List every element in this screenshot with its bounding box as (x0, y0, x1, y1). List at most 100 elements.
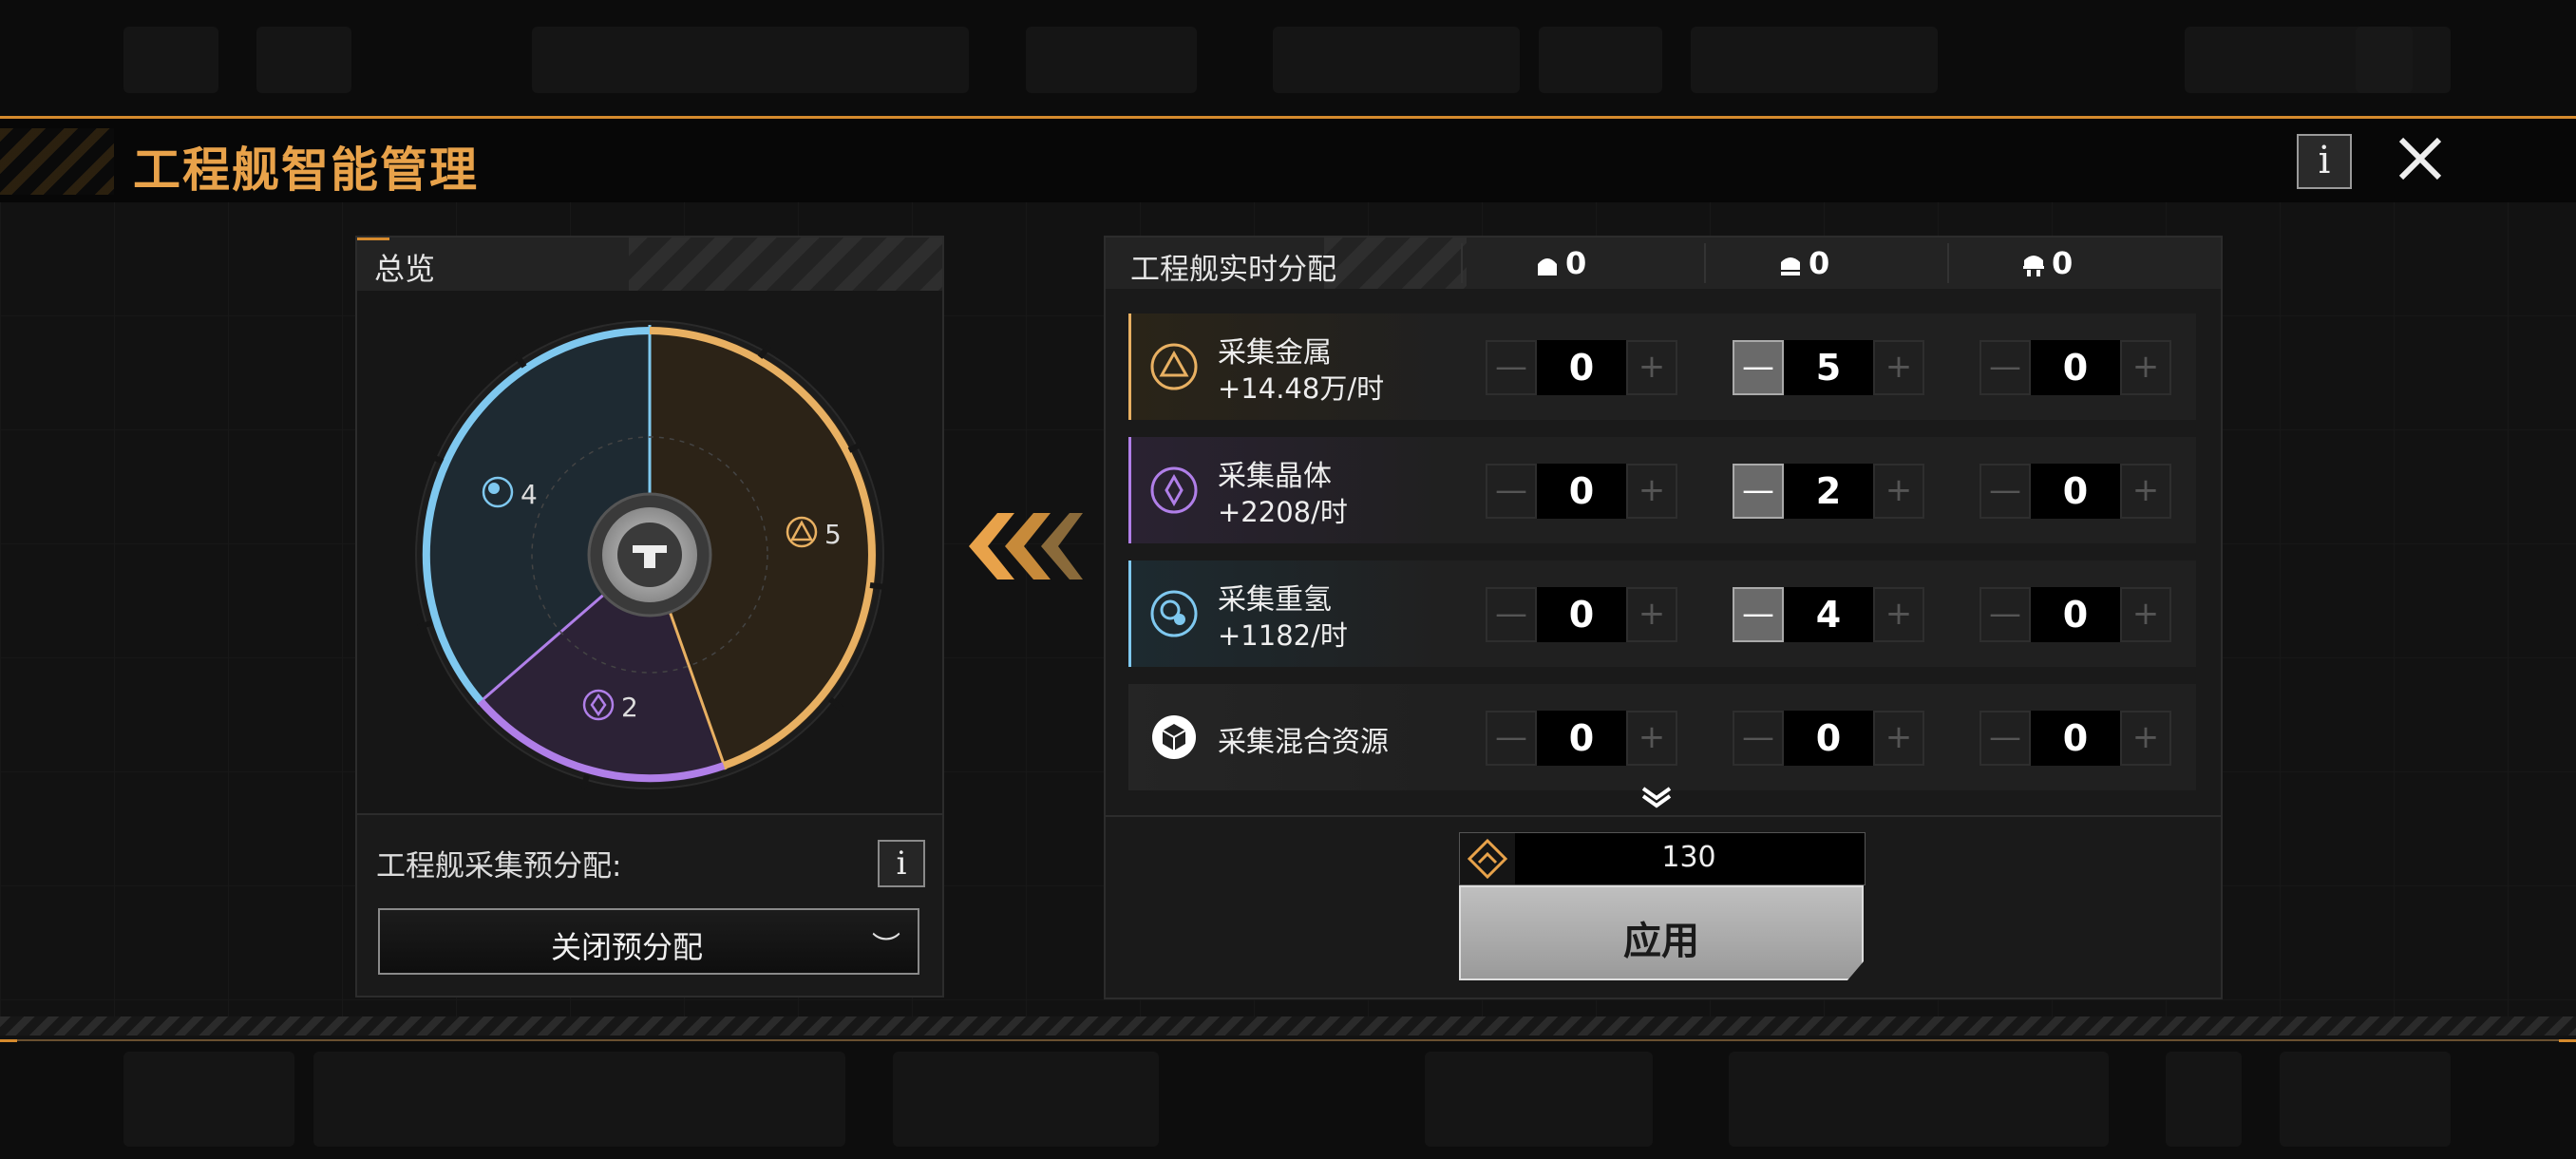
ship-column-3: 0 (1947, 243, 2192, 283)
apply-cost: 130 (1459, 832, 1866, 885)
decrement-button[interactable]: — (1979, 464, 2031, 519)
increment-button[interactable]: + (1873, 587, 1924, 642)
overview-title: 总览 (374, 251, 436, 287)
info-button[interactable]: i (2297, 134, 2352, 189)
decrement-button[interactable]: — (1733, 711, 1784, 766)
stepper-mixed-ship3: — 0 + (1979, 711, 2171, 766)
resource-name: 采集混合资源 (1218, 726, 1389, 759)
allocation-value: 0 (2031, 711, 2120, 766)
allocation-value: 0 (1537, 587, 1626, 642)
svg-text:5: 5 (824, 519, 842, 550)
stepper-crystal-ship2: — 2 + (1733, 464, 1924, 519)
preallocation-label: 工程舰采集预分配: (376, 849, 622, 884)
resource-rate: +1182/时 (1218, 619, 1348, 652)
preallocation-info-button[interactable]: i (878, 840, 925, 887)
cost-icon (1460, 833, 1515, 884)
stepper-hydrogen-ship1: — 0 + (1486, 587, 1677, 642)
allocation-pie-chart: 4 5 2 (357, 291, 942, 815)
allocation-value: 0 (1537, 711, 1626, 766)
resource-row-heavy-hydrogen: 采集重氢 +1182/时 — 0 + — 4 + — 0 + (1128, 560, 2196, 667)
close-button[interactable] (2394, 132, 2447, 185)
ship-type-1-icon (1538, 258, 1557, 276)
ship-column-1: 0 (1461, 243, 1706, 283)
allocation-value: 0 (2031, 587, 2120, 642)
decrement-button[interactable]: — (1486, 464, 1537, 519)
header-bar: 工程舰智能管理 i (0, 119, 2576, 202)
ship-type-2-icon (1781, 257, 1800, 276)
heavy-hydrogen-icon (1150, 590, 1198, 637)
increment-button[interactable]: + (2120, 587, 2171, 642)
stepper-crystal-ship3: — 0 + (1979, 464, 2171, 519)
allocation-value: 5 (1784, 340, 1873, 395)
realtime-header: 工程舰实时分配 0 0 0 (1106, 238, 2221, 289)
stepper-metal-ship2: — 5 + (1733, 340, 1924, 395)
close-icon (2398, 137, 2442, 180)
decrement-button[interactable]: — (1733, 587, 1784, 642)
preallocation-dropdown[interactable]: 关闭预分配 ︶ (378, 908, 919, 975)
increment-button[interactable]: + (1873, 711, 1924, 766)
allocation-value: 4 (1784, 587, 1873, 642)
decrement-button[interactable]: — (1733, 464, 1784, 519)
apply-label: 应用 (1623, 920, 1699, 963)
increment-button[interactable]: + (1626, 711, 1677, 766)
decrement-button[interactable]: — (1486, 340, 1537, 395)
resource-rate: +2208/时 (1218, 496, 1348, 528)
stepper-mixed-ship1: — 0 + (1486, 711, 1677, 766)
metal-icon (1150, 343, 1198, 390)
resource-row-metal: 采集金属 +14.48万/时 — 0 + — 5 + — 0 + (1128, 314, 2196, 420)
resource-name: 采集金属 (1218, 336, 1332, 370)
resource-rate: +14.48万/时 (1218, 372, 1385, 405)
resource-name: 采集晶体 (1218, 460, 1332, 493)
crystal-icon (1150, 466, 1198, 514)
stepper-metal-ship1: — 0 + (1486, 340, 1677, 395)
increment-button[interactable]: + (1626, 587, 1677, 642)
allocation-value: 0 (1537, 340, 1626, 395)
increment-button[interactable]: + (2120, 340, 2171, 395)
preallocation-selected: 关闭预分配 (550, 929, 703, 965)
stepper-metal-ship3: — 0 + (1979, 340, 2171, 395)
decrement-button[interactable]: — (1733, 340, 1784, 395)
increment-button[interactable]: + (2120, 711, 2171, 766)
ship-type-3-icon (2023, 256, 2044, 276)
stepper-hydrogen-ship3: — 0 + (1979, 587, 2171, 642)
increment-button[interactable]: + (2120, 464, 2171, 519)
chevron-down-icon: ︶ (872, 931, 900, 964)
background-bottom-bar (0, 1040, 2576, 1159)
cost-value: 130 (1661, 841, 1716, 874)
realtime-allocation-panel: 工程舰实时分配 0 0 0 采集金属 +14.48万/时 — 0 + — 5 + (1104, 236, 2223, 999)
allocation-value: 0 (1537, 464, 1626, 519)
decrement-button[interactable]: — (1979, 711, 2031, 766)
resource-row-crystal: 采集晶体 +2208/时 — 0 + — 2 + — 0 + (1128, 437, 2196, 543)
decrement-button[interactable]: — (1486, 711, 1537, 766)
increment-button[interactable]: + (1873, 464, 1924, 519)
resource-row-mixed: 采集混合资源 — 0 + — 0 + — 0 + (1128, 684, 2196, 790)
increment-button[interactable]: + (1626, 340, 1677, 395)
allocation-value: 0 (1784, 711, 1873, 766)
bottom-stripe-decoration (0, 1016, 2576, 1036)
ship-column-2: 0 (1704, 243, 1949, 283)
overview-panel: 总览 4 5 2 工程舰采集预分配: i 关闭预分配 ︶ (355, 236, 944, 998)
stepper-crystal-ship1: — 0 + (1486, 464, 1677, 519)
scroll-down-chevron-icon[interactable] (1638, 783, 1676, 811)
mixed-resource-icon (1152, 715, 1196, 759)
svg-text:2: 2 (621, 692, 638, 723)
resource-name: 采集重氢 (1218, 583, 1332, 617)
stepper-hydrogen-ship2: — 4 + (1733, 587, 1924, 642)
apply-button[interactable]: 应用 (1459, 885, 1864, 980)
decrement-button[interactable]: — (1979, 587, 2031, 642)
page-title: 工程舰智能管理 (133, 142, 479, 198)
background-top-bar (0, 0, 2576, 116)
decrement-button[interactable]: — (1979, 340, 2031, 395)
stepper-mixed-ship2: — 0 + (1733, 711, 1924, 766)
increment-button[interactable]: + (1626, 464, 1677, 519)
overview-header: 总览 (357, 238, 942, 291)
decrement-button[interactable]: — (1486, 587, 1537, 642)
svg-text:4: 4 (521, 479, 538, 510)
increment-button[interactable]: + (1873, 340, 1924, 395)
allocation-value: 2 (1784, 464, 1873, 519)
allocation-value: 0 (2031, 340, 2120, 395)
allocation-value: 0 (2031, 464, 2120, 519)
realtime-title: 工程舰实时分配 (1130, 253, 1336, 287)
transfer-arrows-icon (959, 504, 1083, 589)
header-hatch-decoration (0, 128, 114, 195)
